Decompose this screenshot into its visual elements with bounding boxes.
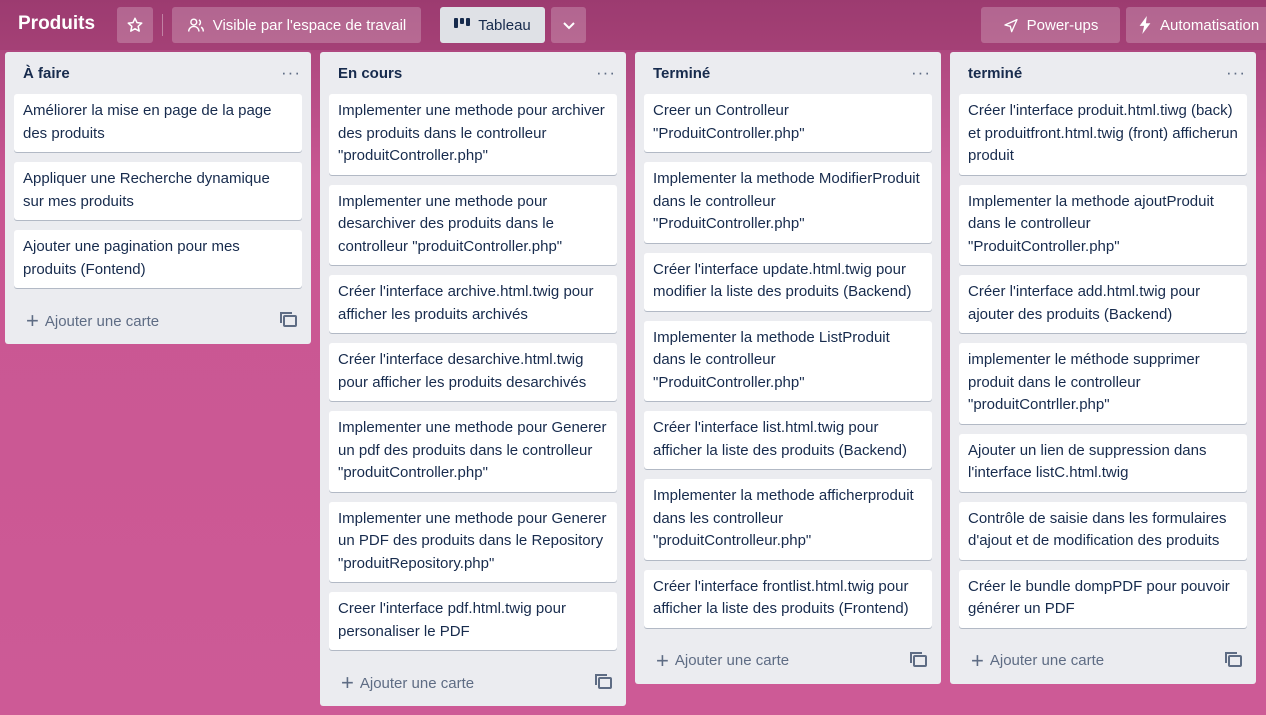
view-label: Tableau [478, 16, 531, 34]
list-title[interactable]: En cours [338, 65, 402, 82]
card[interactable]: Implementer une methode pour Generer un … [329, 501, 617, 582]
plus-icon: + [26, 308, 39, 333]
plus-icon: + [341, 670, 354, 695]
list-a-faire: À faire ··· Améliorer la mise en page de… [5, 52, 311, 344]
lightning-icon [1138, 16, 1152, 34]
template-icon[interactable] [1225, 651, 1242, 667]
card[interactable]: Creer l'interface pdf.html.twig pour per… [329, 592, 617, 650]
plus-icon: + [971, 647, 984, 673]
visibility-button[interactable]: Visible par l'espace de travail [172, 7, 421, 43]
card[interactable]: Créer l'interface add.html.twig pour ajo… [959, 275, 1247, 333]
card[interactable]: Creer un Controlleur "ProduitController.… [644, 94, 932, 152]
card[interactable]: Créer l'interface list.html.twig pour af… [644, 411, 932, 469]
add-card-row: + Ajouter une carte [635, 638, 941, 684]
view-dropdown-button[interactable] [551, 7, 586, 43]
more-options-icon[interactable]: ··· [1226, 64, 1246, 81]
template-icon[interactable] [595, 674, 612, 689]
header-divider [162, 14, 163, 36]
add-card-label: Ajouter une carte [359, 674, 475, 692]
card[interactable]: Créer le bundle dompPDF pour pouvoir gén… [959, 569, 1247, 628]
powerups-button[interactable]: Power-ups [981, 7, 1120, 43]
automation-button[interactable]: Automatisation [1126, 7, 1266, 43]
star-button[interactable] [117, 7, 153, 43]
list-title[interactable]: Terminé [653, 65, 710, 82]
card-list: Créer l'interface produit.html.tiwg (bac… [950, 94, 1256, 628]
list-header: En cours ··· [320, 52, 626, 94]
add-card-button[interactable]: + Ajouter une carte [656, 647, 790, 673]
add-card-button[interactable]: + Ajouter une carte [26, 308, 160, 333]
card[interactable]: Implementer une methode pour desarchiver… [329, 184, 617, 265]
card[interactable]: Contrôle de saisie dans les formulaires … [959, 501, 1247, 560]
add-card-button[interactable]: + Ajouter une carte [341, 670, 475, 695]
more-options-icon[interactable]: ··· [281, 64, 301, 81]
add-card-label: Ajouter une carte [44, 312, 160, 330]
card[interactable]: Ajouter une pagination pour mes produits… [14, 230, 302, 288]
list-header: Terminé ··· [635, 52, 941, 94]
card[interactable]: Implementer la methode ModifierProduit d… [644, 162, 932, 243]
powerups-label: Power-ups [1026, 16, 1099, 34]
list-header: À faire ··· [5, 52, 311, 94]
card[interactable]: Appliquer une Recherche dynamique sur me… [14, 162, 302, 220]
rocket-icon [1003, 17, 1019, 33]
card[interactable]: Implementer la methode ajoutProduit dans… [959, 184, 1247, 265]
view-switcher-button[interactable]: Tableau [440, 7, 545, 43]
list-en-cours: En cours ··· Implementer une methode pou… [320, 52, 626, 706]
plus-icon: + [656, 647, 669, 673]
card[interactable]: Implementer une methode pour Generer un … [329, 411, 617, 492]
visibility-label: Visible par l'espace de travail [212, 16, 407, 34]
card[interactable]: Améliorer la mise en page de la page des… [14, 94, 302, 152]
card[interactable]: Créer l'interface produit.html.tiwg (bac… [959, 94, 1247, 175]
chevron-down-icon [561, 17, 577, 33]
add-card-label: Ajouter une carte [674, 652, 790, 669]
card-list: Améliorer la mise en page de la page des… [5, 94, 311, 288]
more-options-icon[interactable]: ··· [911, 64, 931, 81]
card[interactable]: Créer l'interface archive.html.twig pour… [329, 275, 617, 333]
card-list: Implementer une methode pour archiver de… [320, 94, 626, 650]
add-card-row: + Ajouter une carte [320, 660, 626, 706]
automation-label: Automatisation [1160, 16, 1260, 34]
list-header: terminé ··· [950, 52, 1256, 94]
list-termine: Terminé ··· Creer un Controlleur "Produi… [635, 52, 941, 684]
add-card-label: Ajouter une carte [989, 652, 1105, 669]
card-list: Creer un Controlleur "ProduitController.… [635, 94, 941, 628]
add-card-row: + Ajouter une carte [950, 638, 1256, 684]
card[interactable]: Implementer une methode pour archiver de… [329, 94, 617, 175]
list-termine-2: terminé ··· Créer l'interface produit.ht… [950, 52, 1256, 684]
board-header: Produits Visible par l'espace de travail… [0, 0, 1266, 50]
card[interactable]: Créer l'interface frontlist.html.twig po… [644, 569, 932, 628]
template-icon[interactable] [910, 651, 927, 667]
board-view-icon [454, 18, 471, 32]
add-card-row: + Ajouter une carte [5, 298, 311, 344]
card[interactable]: Implementer la methode afficherproduit d… [644, 479, 932, 560]
card[interactable]: Créer l'interface update.html.twig pour … [644, 252, 932, 311]
add-card-button[interactable]: + Ajouter une carte [971, 647, 1105, 673]
card[interactable]: Créer l'interface desarchive.html.twig p… [329, 343, 617, 401]
template-icon[interactable] [280, 312, 297, 327]
card[interactable]: Implementer la methode ListProduit dans … [644, 320, 932, 401]
card[interactable]: Ajouter un lien de suppression dans l'in… [959, 433, 1247, 492]
list-title[interactable]: À faire [23, 65, 70, 82]
list-title[interactable]: terminé [968, 65, 1022, 82]
people-icon [187, 17, 205, 33]
star-icon [126, 16, 144, 34]
card[interactable]: implementer le méthode supprimer produit… [959, 343, 1247, 424]
board-title[interactable]: Produits [18, 13, 95, 35]
more-options-icon[interactable]: ··· [596, 64, 616, 81]
